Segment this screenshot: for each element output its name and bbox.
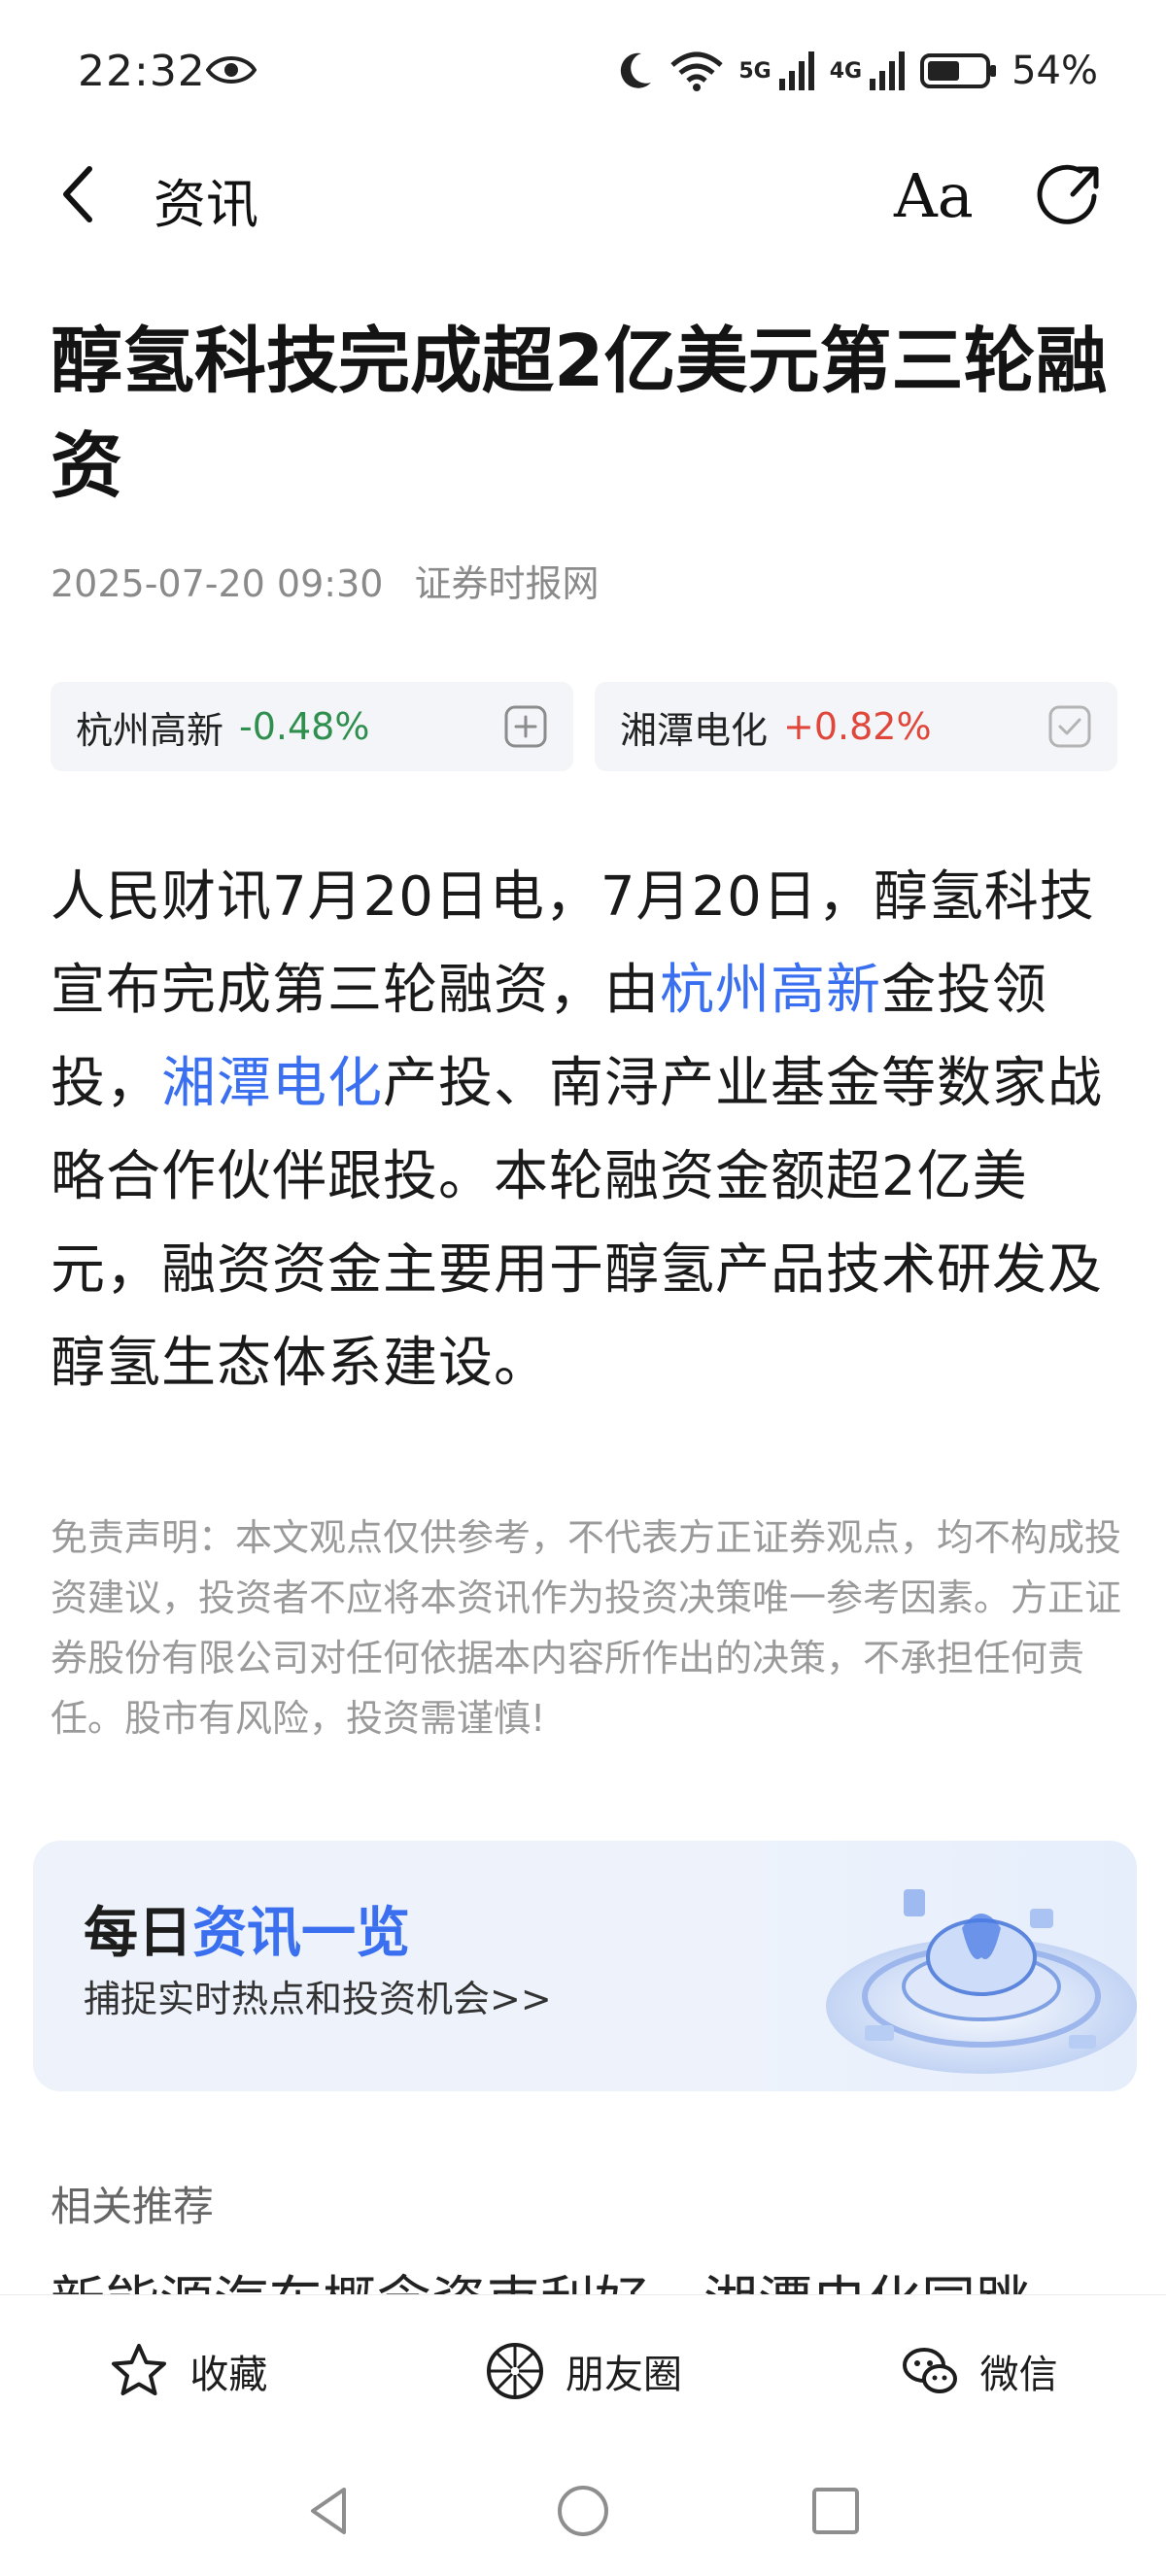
favorite-label: 收藏 — [189, 2353, 268, 2397]
add-watchlist-icon[interactable] — [503, 704, 548, 749]
article-source: 证券时报网 — [414, 562, 600, 605]
back-button[interactable] — [56, 155, 115, 233]
stock-link-hzgx[interactable]: 杭州高新 — [660, 959, 881, 1022]
favorite-button[interactable]: 收藏 — [108, 2340, 267, 2402]
battery-percent: 54% — [1012, 49, 1098, 93]
wechat-label: 微信 — [979, 2353, 1058, 2397]
added-watchlist-icon[interactable] — [1047, 704, 1092, 749]
article-meta: 2025-07-20 09:30 证券时报网 — [51, 554, 600, 607]
stock-name: 杭州高新 — [76, 708, 224, 752]
wifi-icon — [670, 51, 723, 91]
stock-name: 湘潭电化 — [620, 708, 769, 752]
nav-recents-icon[interactable] — [806, 2482, 865, 2540]
share-moments-button[interactable]: 朋友圈 — [484, 2340, 682, 2402]
disclaimer: 免责声明：本文观点仅供参考，不代表方正证券观点，均不构成投资建议，投资者不应将本… — [51, 1516, 1122, 1740]
font-size-button[interactable]: Aa — [894, 157, 974, 235]
related-item-peek[interactable]: 新能源汽车概念资束利好，湘潭电化同跳 — [51, 2273, 1119, 2296]
nav-back-icon[interactable] — [301, 2482, 360, 2540]
stock-card-xtdh[interactable]: 湘潭电化 +0.82% — [595, 682, 1117, 771]
page-title: 资讯 — [154, 174, 258, 235]
article-date: 2025-07-20 09:30 — [51, 562, 384, 605]
banner-title-b: 资讯一览 — [192, 1902, 410, 1965]
share-wechat-button[interactable]: 微信 — [899, 2340, 1058, 2402]
network-4g-label: 4G — [829, 58, 863, 84]
moments-label: 朋友圈 — [565, 2353, 682, 2397]
network-5g-label: 5G — [738, 58, 772, 84]
article-title: 醇氢科技完成超2亿美元第三轮融资 — [51, 320, 1108, 508]
article-body: 人民财讯7月20日电，7月20日，醇氢科技宣布完成第三轮融资，由杭州高新金投领投… — [51, 851, 1129, 1410]
share-button[interactable] — [1030, 157, 1108, 235]
signal-4g-icon — [870, 51, 906, 90]
star-icon — [112, 2344, 167, 2395]
nav-home-icon[interactable] — [554, 2482, 612, 2540]
related-section-title: 相关推荐 — [51, 2183, 215, 2230]
stock-change: -0.48% — [239, 705, 370, 748]
stock-card-hzgx[interactable]: 杭州高新 -0.48% — [51, 682, 573, 771]
bottom-action-bar: 收藏 朋友圈 微信 — [0, 2294, 1166, 2447]
wechat-icon — [902, 2348, 957, 2393]
data-platform-illustration — [826, 1889, 1137, 2074]
font-size-icon: Aa — [894, 160, 974, 231]
moon-icon — [621, 52, 652, 88]
banner-title-a: 每日 — [84, 1902, 192, 1965]
battery-icon — [920, 53, 997, 88]
stock-link-xtdh[interactable]: 湘潭电化 — [161, 1052, 383, 1115]
daily-news-banner[interactable]: 每日资讯一览 捕捉实时热点和投资机会>> — [33, 1841, 1137, 2091]
stock-change: +0.82% — [783, 705, 932, 748]
share-icon — [1037, 164, 1099, 224]
status-time: 22:32 — [78, 47, 206, 96]
chevron-left-icon — [63, 166, 92, 222]
system-navigation-bar — [0, 2446, 1166, 2576]
signal-5g-icon — [778, 51, 814, 90]
moments-icon — [486, 2343, 543, 2399]
banner-title: 每日资讯一览 — [84, 1889, 410, 1968]
eye-icon — [206, 56, 257, 84]
status-right: 5G 4G 54% — [616, 49, 1098, 93]
banner-subtitle: 捕捉实时热点和投资机会>> — [84, 1978, 552, 2020]
related-item-title: 新能源汽车概念资束利好，湘潭电化同跳 — [51, 2273, 1119, 2296]
